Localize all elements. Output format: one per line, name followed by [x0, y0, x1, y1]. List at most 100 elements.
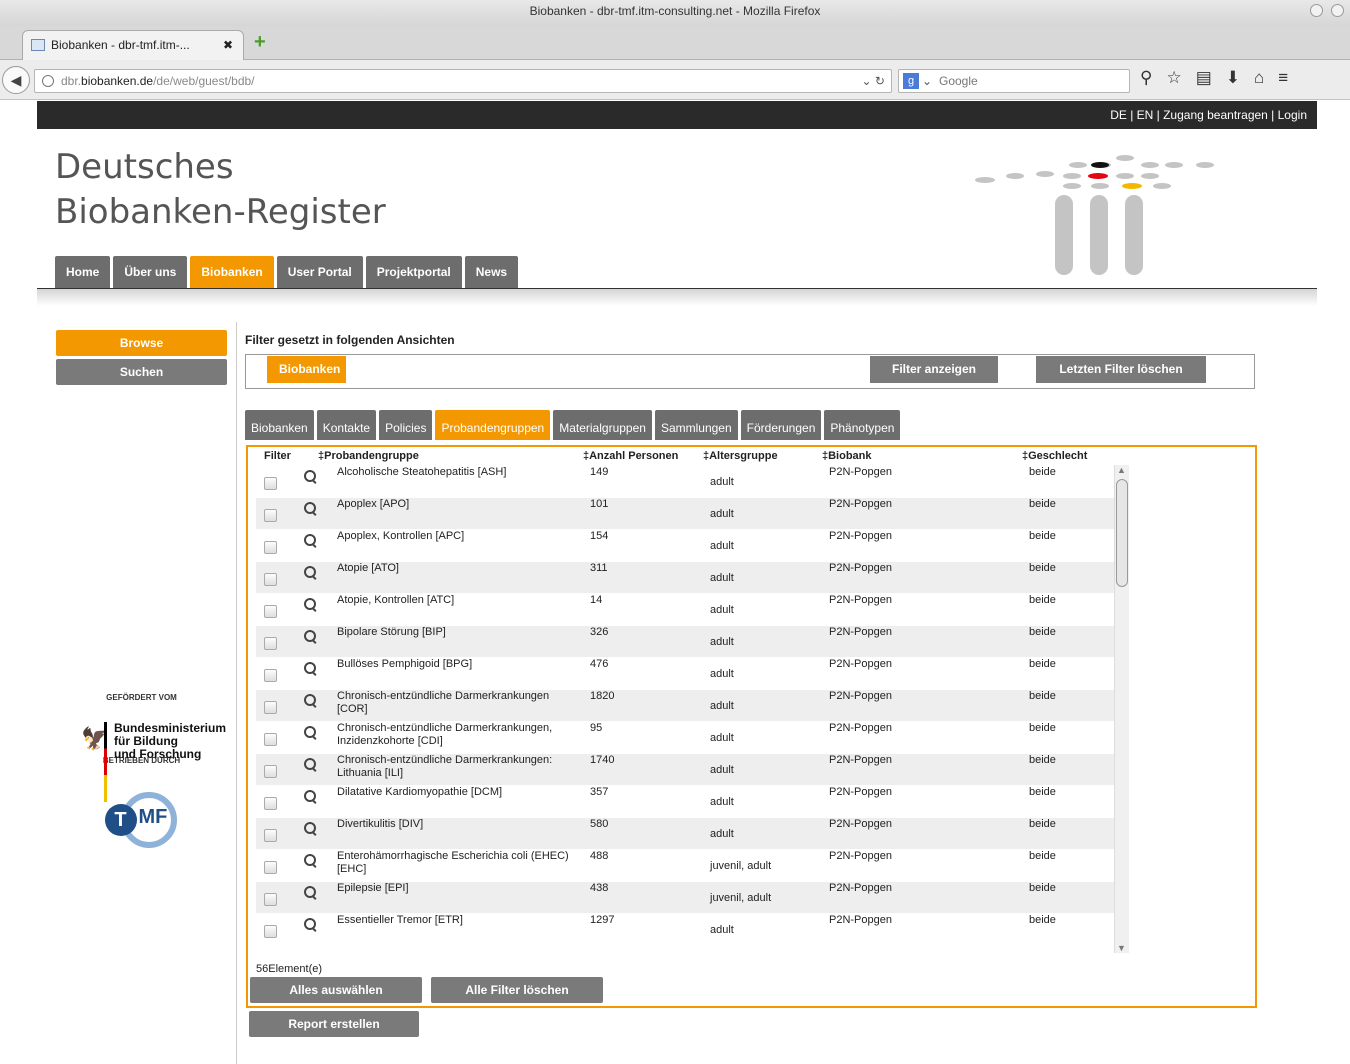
table-row[interactable]: Chronisch-entzündliche Darmerkrankungen … — [256, 689, 1114, 721]
table-row[interactable]: Enterohämorrhagische Escherichia coli (E… — [256, 849, 1114, 881]
back-arrow-icon[interactable]: ◀ — [2, 66, 30, 94]
row-checkbox[interactable] — [264, 797, 277, 810]
magnifier-icon[interactable] — [304, 598, 316, 610]
row-checkbox[interactable] — [264, 637, 277, 650]
row-checkbox[interactable] — [264, 733, 277, 746]
show-filter-button[interactable]: Filter anzeigen — [870, 356, 998, 383]
minimize-icon[interactable] — [1310, 4, 1323, 17]
age-group: adult — [710, 796, 734, 808]
tab-title: Biobanken - dbr-tmf.itm-... — [51, 38, 190, 52]
tab-kontakte[interactable]: Kontakte — [316, 410, 377, 440]
table-row[interactable]: Chronisch-entzündliche Darmerkrankungen,… — [256, 721, 1114, 753]
magnifier-icon[interactable] — [304, 726, 316, 738]
magnifier-icon[interactable] — [304, 630, 316, 642]
row-checkbox[interactable] — [264, 893, 277, 906]
row-checkbox[interactable] — [264, 829, 277, 842]
google-icon[interactable]: g — [903, 73, 919, 89]
binoculars-icon[interactable]: ⚲ — [1140, 68, 1152, 88]
top-links[interactable]: DE | EN | Zugang beantragen | Login — [1110, 108, 1307, 122]
menu-icon[interactable]: ≡ — [1278, 68, 1288, 88]
download-icon[interactable]: ⬇ — [1226, 68, 1240, 88]
table-row[interactable]: Chronisch-entzündliche Darmerkrankungen:… — [256, 753, 1114, 785]
magnifier-icon[interactable] — [304, 662, 316, 674]
tab-policies[interactable]: Policies — [379, 410, 433, 440]
person-count: 1297 — [590, 914, 615, 926]
browse-button[interactable]: Browse — [56, 330, 227, 356]
table-row[interactable]: Essentieller Tremor [ETR] 1297 adult P2N-Po… — [256, 913, 1114, 945]
new-tab-icon[interactable]: + — [254, 32, 266, 52]
table-row[interactable]: Atopie, Kontrollen [ATC] 14 adult P2N-Popge… — [256, 593, 1114, 625]
nav-ueber-uns[interactable]: Über uns — [113, 256, 188, 288]
tab-phaenotypen[interactable]: Phänotypen — [824, 410, 901, 440]
row-checkbox[interactable] — [264, 669, 277, 682]
nav-user-portal[interactable]: User Portal — [276, 256, 363, 288]
magnifier-icon[interactable] — [304, 502, 316, 514]
table-row[interactable]: Apoplex, Kontrollen [APC] 154 adult P2N-Pop… — [256, 529, 1114, 561]
scroll-down-icon[interactable]: ▼ — [1117, 943, 1126, 953]
table-row[interactable]: Divertikulitis [DIV] 580 adult P2N-Popgen be… — [256, 817, 1114, 849]
group-name: Epilepsie [EPI] — [337, 882, 409, 894]
table-row[interactable]: Alcoholische Steatohepatitis [ASH] 149 adu… — [256, 465, 1114, 497]
table-row[interactable]: Bullöses Pemphigoid [BPG] 476 adult P2N-Pop… — [256, 657, 1114, 689]
column-header-group[interactable]: ‡Probandengruppe — [318, 450, 419, 462]
nav-news[interactable]: News — [464, 256, 519, 288]
magnifier-icon[interactable] — [304, 790, 316, 802]
reading-list-icon[interactable]: ▤ — [1196, 68, 1212, 88]
nav-projektportal[interactable]: Projektportal — [365, 256, 462, 288]
column-header-sex[interactable]: ‡Geschlecht — [1022, 450, 1087, 462]
chevron-down-icon[interactable]: ⌄ — [922, 70, 932, 92]
column-header-count[interactable]: ‡Anzahl Personen — [583, 450, 678, 462]
column-header-biobank[interactable]: ‡Biobank — [822, 450, 872, 462]
row-checkbox[interactable] — [264, 573, 277, 586]
row-checkbox[interactable] — [264, 765, 277, 778]
magnifier-icon[interactable] — [304, 758, 316, 770]
magnifier-icon[interactable] — [304, 918, 316, 930]
create-report-button[interactable]: Report erstellen — [249, 1011, 419, 1037]
filter-tag-biobanken[interactable]: Biobanken — [267, 356, 347, 383]
clear-last-filter-button[interactable]: Letzten Filter löschen — [1036, 356, 1206, 383]
magnifier-icon[interactable] — [304, 886, 316, 898]
table-row[interactable]: Epilepsie [EPI] 438 juvenil, adult P2N-Popg… — [256, 881, 1114, 913]
reload-icon[interactable]: ⌄ ↻ — [862, 70, 885, 92]
row-checkbox[interactable] — [264, 605, 277, 618]
nav-biobanken[interactable]: Biobanken — [190, 256, 274, 288]
close-tab-icon[interactable]: ✖ — [223, 31, 233, 59]
search-button[interactable]: Suchen — [56, 359, 227, 385]
scroll-up-icon[interactable]: ▲ — [1117, 465, 1126, 475]
maximize-icon[interactable] — [1331, 4, 1344, 17]
magnifier-icon[interactable] — [304, 470, 316, 482]
bookmark-star-icon[interactable]: ☆ — [1166, 68, 1181, 88]
row-checkbox[interactable] — [264, 861, 277, 874]
row-checkbox[interactable] — [264, 477, 277, 490]
nav-home[interactable]: Home — [55, 256, 111, 288]
row-checkbox[interactable] — [264, 509, 277, 522]
tab-biobanken[interactable]: Biobanken — [245, 410, 314, 440]
row-checkbox[interactable] — [264, 701, 277, 714]
table-row[interactable]: Dilatative Kardiomyopathie [DCM] 357 adult… — [256, 785, 1114, 817]
magnifier-icon[interactable] — [304, 566, 316, 578]
scroll-thumb[interactable] — [1116, 479, 1128, 587]
search-bar[interactable]: g ⌄ Google — [898, 69, 1130, 93]
magnifier-icon[interactable] — [304, 694, 316, 706]
table-row[interactable]: Bipolare Störung [BIP] 326 adult P2N-Popgen… — [256, 625, 1114, 657]
grid-scrollbar[interactable]: ▲ ▼ — [1114, 465, 1129, 953]
clear-all-filters-button[interactable]: Alle Filter löschen — [431, 977, 603, 1003]
browser-tab[interactable]: Biobanken - dbr-tmf.itm-... ✖ — [22, 30, 244, 60]
address-bar[interactable]: dbr.biobanken.de/de/web/guest/bdb/ ⌄ ↻ — [34, 69, 892, 93]
table-row[interactable]: Apoplex [APO] 101 adult P2N-Popgen beide — [256, 497, 1114, 529]
tab-foerderungen[interactable]: Förderungen — [740, 410, 822, 440]
column-header-age[interactable]: ‡Altersgruppe — [703, 450, 778, 462]
magnifier-icon[interactable] — [304, 854, 316, 866]
sex-value: beide — [1029, 882, 1056, 894]
magnifier-icon[interactable] — [304, 822, 316, 834]
tab-materialgruppen[interactable]: Materialgruppen — [553, 410, 652, 440]
row-checkbox[interactable] — [264, 925, 277, 938]
tab-probandengruppen[interactable]: Probandengruppen — [435, 410, 551, 440]
tab-sammlungen[interactable]: Sammlungen — [654, 410, 738, 440]
home-icon[interactable]: ⌂ — [1254, 68, 1264, 88]
magnifier-icon[interactable] — [304, 534, 316, 546]
table-row[interactable]: Atopie [ATO] 311 adult P2N-Popgen beide — [256, 561, 1114, 593]
person-count: 1740 — [590, 754, 615, 766]
select-all-button[interactable]: Alles auswählen — [250, 977, 422, 1003]
row-checkbox[interactable] — [264, 541, 277, 554]
